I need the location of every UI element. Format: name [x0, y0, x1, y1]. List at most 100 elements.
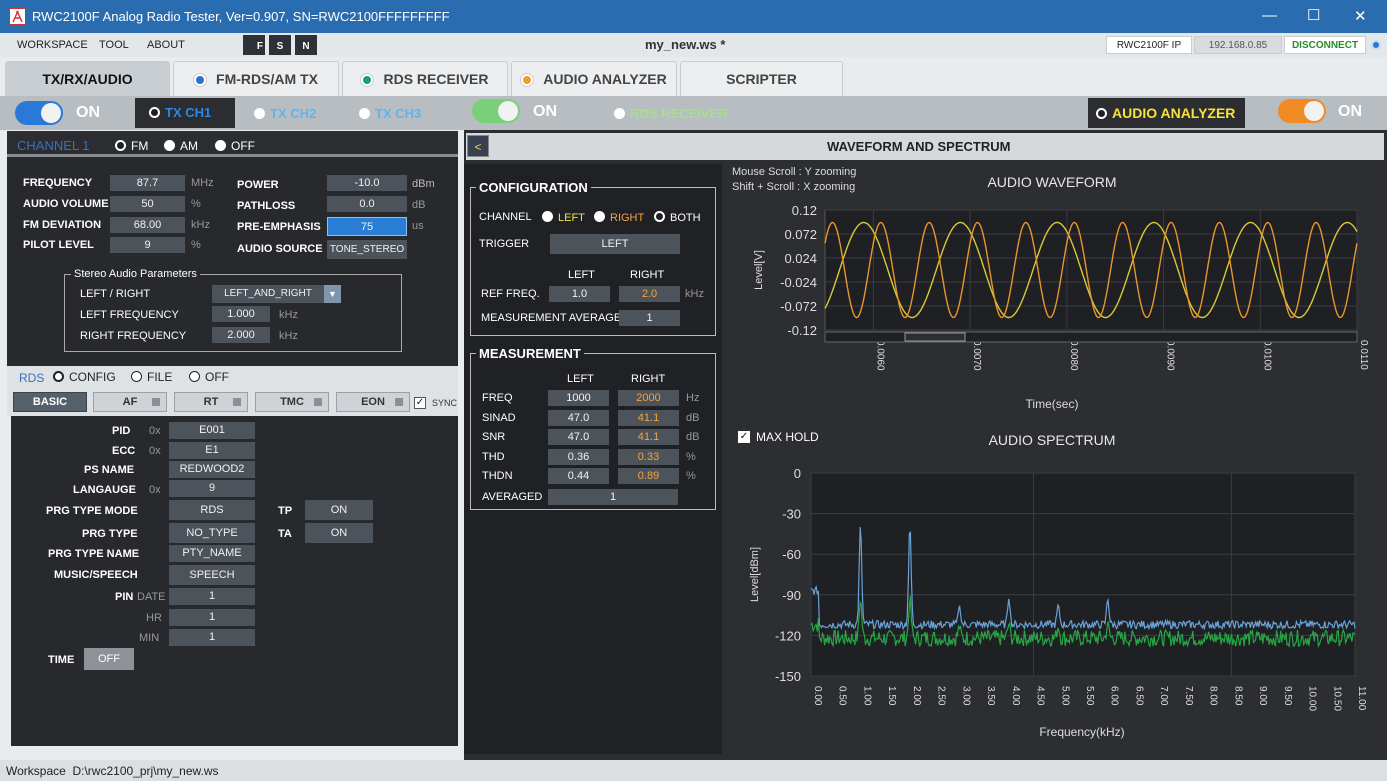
right-frequency-input[interactable]: 2.000: [212, 327, 270, 343]
language-input[interactable]: 9: [169, 480, 255, 497]
chevron-down-icon[interactable]: ▼: [324, 285, 341, 303]
rds-basic-button[interactable]: BASIC: [13, 392, 87, 412]
tab-audio-analyzer[interactable]: AUDIO ANALYZER: [511, 61, 677, 96]
fm-deviation-input[interactable]: 68.00: [110, 217, 185, 233]
stereo-group-title: Stereo Audio Parameters: [71, 268, 200, 280]
rds-receiver-option[interactable]: RDS RECEIVER: [614, 106, 728, 121]
status-workspace-path: Workspace D:\rwc2100_prj\my_new.ws: [6, 764, 219, 778]
list-f-icon[interactable]: F: [243, 35, 265, 55]
mode-off[interactable]: OFF: [215, 139, 255, 153]
menu-tool[interactable]: TOOL: [99, 39, 129, 51]
time-button[interactable]: OFF: [84, 648, 134, 670]
tab-scripter[interactable]: SCRIPTER: [680, 61, 843, 96]
tab-tx-ch2[interactable]: TX CH2: [254, 106, 316, 121]
menu-about[interactable]: ABOUT: [147, 39, 185, 51]
minimize-button[interactable]: —: [1262, 7, 1277, 24]
disconnect-button[interactable]: DISCONNECT: [1284, 36, 1366, 54]
ip-input[interactable]: 192.168.0.85: [1194, 36, 1282, 54]
pin-min-input[interactable]: 1: [169, 629, 255, 646]
pin-date-label: DATE: [137, 591, 166, 603]
channel-both-option[interactable]: BOTH: [654, 211, 701, 224]
pid-input[interactable]: E001: [169, 422, 255, 439]
audio-analyzer-button[interactable]: AUDIO ANALYZER: [1088, 98, 1245, 128]
analyzer-toggle-label: ON: [1338, 103, 1362, 120]
analyzer-power-toggle[interactable]: [1278, 99, 1326, 123]
close-button[interactable]: ✕: [1354, 7, 1367, 25]
plot-area: [810, 472, 1356, 677]
ref-freq-left-input[interactable]: 1.0: [549, 286, 610, 302]
prg-type-select[interactable]: NO_TYPE: [169, 523, 255, 543]
tab-tx-ch1[interactable]: TX CH1: [135, 98, 235, 128]
channel-right-option[interactable]: RIGHT: [594, 211, 644, 224]
ref-freq-unit: kHz: [685, 288, 704, 300]
rds-af-button[interactable]: AF: [93, 392, 167, 412]
tab-fm-rds-am-tx[interactable]: FM-RDS/AM TX: [173, 61, 339, 96]
rds-tmc-button[interactable]: TMC: [255, 392, 329, 412]
x-tick-label: 0.0070: [971, 340, 982, 371]
mode-fm[interactable]: FM: [115, 139, 148, 153]
measurement-average-input[interactable]: 1: [619, 310, 680, 326]
ref-freq-right-input[interactable]: 2.0: [619, 286, 680, 302]
prg-type-mode-select[interactable]: RDS: [169, 500, 255, 520]
x-tick-label: 11.00: [1356, 686, 1367, 711]
ecc-input[interactable]: E1: [169, 442, 255, 459]
channel-left-option[interactable]: LEFT: [542, 211, 585, 224]
tab-rds-receiver[interactable]: RDS RECEIVER: [342, 61, 508, 96]
measurement-average-label: MEASUREMENT AVERAGE: [481, 312, 622, 324]
right-frequency-unit: kHz: [279, 330, 298, 342]
tab-tx-ch3[interactable]: TX CH3: [359, 106, 421, 121]
config-left-header: LEFT: [568, 269, 595, 281]
workspace-name: my_new.ws *: [645, 37, 726, 52]
averaged-label: AVERAGED: [482, 491, 543, 503]
audio-source-select[interactable]: TONE_STEREO: [327, 240, 407, 259]
tab-tx-rx-audio[interactable]: TX/RX/AUDIO: [5, 61, 170, 96]
left-frequency-input[interactable]: 1.000: [212, 306, 270, 322]
fm-deviation-label: FM DEVIATION: [23, 219, 102, 231]
tx-toggle-label: ON: [76, 104, 100, 121]
sync-checkbox[interactable]: ✓: [414, 397, 426, 409]
save-s-icon[interactable]: S: [269, 35, 291, 55]
rds-rt-button[interactable]: RT: [174, 392, 248, 412]
pre-emphasis-unit: us: [412, 220, 424, 232]
square-icon: [233, 398, 241, 406]
pin-date-input[interactable]: 1: [169, 588, 255, 605]
pin-hr-input[interactable]: 1: [169, 609, 255, 626]
left-right-select[interactable]: LEFT_AND_RIGHT: [212, 285, 324, 303]
rds-mode-file[interactable]: FILE: [131, 370, 172, 384]
pre-emphasis-input[interactable]: 75: [327, 217, 407, 236]
square-icon: [314, 398, 322, 406]
power-unit: dBm: [412, 178, 435, 190]
x-tick-label: 2.00: [911, 686, 922, 706]
connection-status-icon: [1371, 40, 1381, 50]
measurement-row-label: FREQ: [482, 392, 513, 404]
rds-eon-button[interactable]: EON: [336, 392, 410, 412]
rx-power-toggle[interactable]: [472, 99, 520, 123]
measurement-row-label: THD: [482, 450, 505, 463]
ref-freq-label: REF FREQ.: [481, 288, 540, 300]
status-dot-icon: [521, 74, 534, 86]
prg-type-name-input[interactable]: PTY_NAME: [169, 545, 255, 562]
new-n-icon[interactable]: N: [295, 35, 317, 55]
maximize-button[interactable]: ☐: [1307, 6, 1320, 24]
pilot-level-input[interactable]: 9: [110, 237, 185, 253]
mode-am[interactable]: AM: [164, 139, 198, 153]
ta-select[interactable]: ON: [305, 523, 373, 543]
audio-spectrum-chart[interactable]: AUDIO SPECTRUM 0 -30 -60 -90 -120 -150 0.00 0.50…: [726, 420, 1384, 754]
audio-waveform-chart[interactable]: AUDIO WAVEFORM 0.12 0.072 0.024 -0.024 -0.072…: [726, 164, 1384, 417]
tp-select[interactable]: ON: [305, 500, 373, 520]
ps-name-input[interactable]: REDWOOD2: [169, 461, 255, 478]
menu-workspace[interactable]: WORKSPACE: [17, 39, 88, 51]
collapse-button[interactable]: <: [467, 135, 489, 157]
rds-mode-config[interactable]: CONFIG: [53, 370, 116, 384]
audio-volume-input[interactable]: 50: [110, 196, 185, 212]
rds-mode-off[interactable]: OFF: [189, 370, 229, 384]
x-tick-label: 0.0060: [874, 340, 885, 371]
x-tick-label: 5.00: [1059, 686, 1070, 706]
trigger-label: TRIGGER: [479, 238, 530, 250]
power-input[interactable]: -10.0: [327, 175, 407, 191]
music-speech-select[interactable]: SPEECH: [169, 565, 255, 585]
pathloss-input[interactable]: 0.0: [327, 196, 407, 212]
tx-power-toggle[interactable]: [15, 101, 63, 125]
trigger-select[interactable]: LEFT: [550, 234, 680, 254]
frequency-input[interactable]: 87.7: [110, 175, 185, 191]
